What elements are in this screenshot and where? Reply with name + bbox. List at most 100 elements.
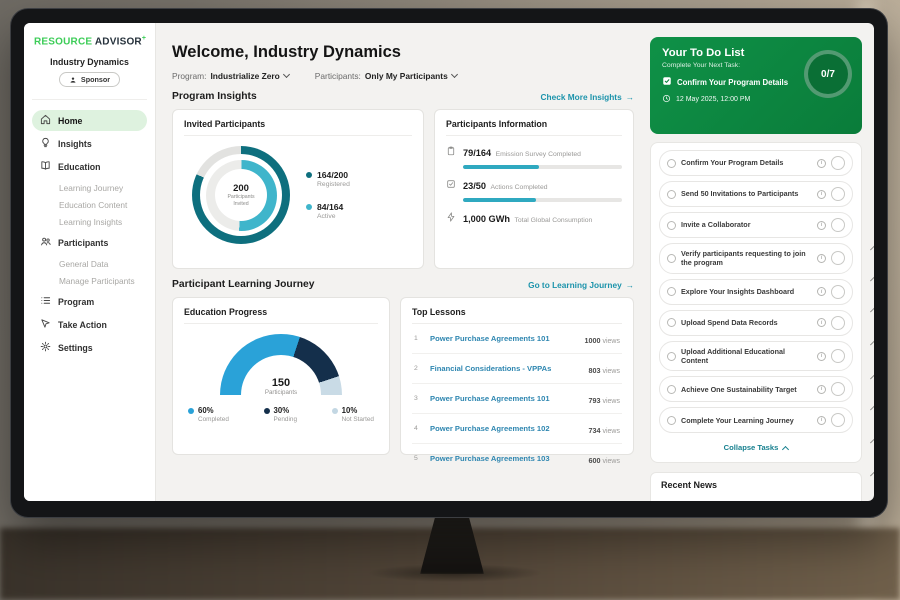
legend-dot-active [306,204,312,210]
legend-completed: 60%Completed [188,406,229,423]
check-square-icon [446,176,456,202]
task-checkbox[interactable] [667,221,676,230]
task-item-confirm-program[interactable]: Confirm Your Program Details i [659,150,853,176]
lesson-row[interactable]: 5 Power Purchase Agreements 103 600views [412,444,622,473]
sidebar-item-label: Home [58,116,82,126]
card-title: Participants Information [446,119,622,136]
info-icon[interactable]: i [817,352,826,361]
home-icon [40,114,51,127]
program-filter-dropdown[interactable]: Program: Industrialize Zero [172,71,289,81]
chevron-right-icon[interactable] [831,218,845,232]
lesson-title-link[interactable]: Financial Considerations - VPPAs [430,364,580,373]
sidebar-item-home[interactable]: Home [32,110,147,131]
sidebar-item-education[interactable]: Education [32,156,147,177]
sidebar-item-insights[interactable]: Insights [32,133,147,154]
sponsor-badge[interactable]: Sponsor [59,72,120,87]
chevron-right-icon[interactable] [831,316,845,330]
lesson-row[interactable]: 1 Power Purchase Agreements 101 1000view… [412,324,622,354]
task-label: Send 50 Invitations to Participants [681,189,812,198]
chevron-right-icon[interactable] [831,413,845,427]
info-icon[interactable]: i [817,159,826,168]
lesson-title-link[interactable]: Power Purchase Agreements 101 [430,334,576,343]
check-more-insights-link[interactable]: Check More Insights → [541,92,634,102]
lesson-row[interactable]: 2 Financial Considerations - VPPAs 803vi… [412,354,622,384]
sidebar-item-settings[interactable]: Settings [32,337,147,358]
task-item-upload-spend-data[interactable]: Upload Spend Data Records i [659,310,853,336]
sidebar-item-learning-insights[interactable]: Learning Insights [32,213,147,230]
chevron-right-icon[interactable] [831,382,845,396]
info-icon[interactable]: i [817,287,826,296]
todo-due-label: 12 May 2025, 12:00 PM [676,96,750,103]
org-name: Industry Dynamics [32,57,147,67]
task-checkbox[interactable] [667,190,676,199]
sidebar-item-take-action[interactable]: Take Action [32,314,147,335]
info-icon[interactable]: i [817,254,826,263]
lesson-title-link[interactable]: Power Purchase Agreements 102 [430,424,580,433]
link-label: Check More Insights [541,92,622,102]
legend-dot-pending [264,408,270,414]
sidebar-item-manage-participants[interactable]: Manage Participants [32,272,147,289]
chevron-right-icon[interactable] [831,349,845,363]
monitor-stand [420,516,484,574]
donut-center-value: 200 [233,183,249,194]
sidebar-item-general-data[interactable]: General Data [32,255,147,272]
sidebar-item-learning-journey[interactable]: Learning Journey [32,179,147,196]
chevron-right-icon[interactable] [831,251,845,265]
info-icon[interactable]: i [817,416,826,425]
task-checkbox[interactable] [667,385,676,394]
lesson-rank: 5 [414,455,422,462]
task-checkbox[interactable] [667,352,676,361]
task-item-complete-learning-journey[interactable]: Complete Your Learning Journey i [659,407,853,433]
collapse-label: Collapse Tasks [724,443,779,452]
task-checkbox[interactable] [667,318,676,327]
participants-filter-dropdown[interactable]: Participants: Only My Participants [315,71,457,81]
task-item-achieve-sustainability-target[interactable]: Achieve One Sustainability Target i [659,376,853,402]
task-item-send-invitations[interactable]: Send 50 Invitations to Participants i [659,181,853,207]
gauge-center-value: 150 [220,377,342,389]
info-icon[interactable]: i [817,190,826,199]
recent-news-header[interactable]: Recent News [650,472,862,501]
task-checkbox[interactable] [667,287,676,296]
lesson-title-link[interactable]: Power Purchase Agreements 103 [430,454,580,463]
task-checkbox[interactable] [667,254,676,263]
task-item-invite-collaborator[interactable]: Invite a Collaborator i [659,212,853,238]
lesson-views: 734 [588,426,600,435]
lesson-rank: 1 [414,335,422,342]
task-item-explore-insights[interactable]: Explore Your Insights Dashboard i [659,279,853,305]
sidebar-item-program[interactable]: Program [32,291,147,312]
invited-participants-card: Invited Participants 200 Participants In… [172,109,424,269]
task-label: Upload Spend Data Records [681,318,812,327]
collapse-tasks-link[interactable]: Collapse Tasks [659,438,853,458]
sidebar-item-participants[interactable]: Participants [32,232,147,253]
stat-label: Emission Survey Completed [496,151,581,158]
task-label: Invite a Collaborator [681,220,812,229]
logo-plus: + [142,35,146,42]
lesson-rank: 3 [414,395,422,402]
participants-filter-label: Participants: [315,71,361,81]
donut-center-label: Participants Invited [222,194,260,207]
chevron-right-icon[interactable] [831,285,845,299]
person-icon [69,76,77,84]
lesson-row[interactable]: 3 Power Purchase Agreements 101 793views [412,384,622,414]
chevron-right-icon[interactable] [831,156,845,170]
task-item-upload-educational-content[interactable]: Upload Additional Educational Content i [659,341,853,372]
lesson-rank: 2 [414,365,422,372]
lesson-views-label: views [602,338,620,345]
lesson-views-label: views [602,398,620,405]
task-item-verify-participants[interactable]: Verify participants requesting to join t… [659,243,853,274]
info-icon[interactable]: i [817,385,826,394]
chevron-right-icon[interactable] [831,187,845,201]
task-checkbox[interactable] [667,159,676,168]
chevron-down-icon [451,71,458,78]
info-icon[interactable]: i [817,221,826,230]
go-to-learning-journey-link[interactable]: Go to Learning Journey → [528,280,634,290]
sidebar-item-label: Education [58,162,101,172]
info-icon[interactable]: i [817,318,826,327]
arrow-right-icon: → [626,280,634,290]
lesson-title-link[interactable]: Power Purchase Agreements 101 [430,394,580,403]
education-progress-gauge-chart: 150 Participants [220,334,342,396]
sidebar-item-education-content[interactable]: Education Content [32,196,147,213]
task-checkbox[interactable] [667,416,676,425]
lesson-row[interactable]: 4 Power Purchase Agreements 102 734views [412,414,622,444]
lightbulb-icon [40,137,51,150]
